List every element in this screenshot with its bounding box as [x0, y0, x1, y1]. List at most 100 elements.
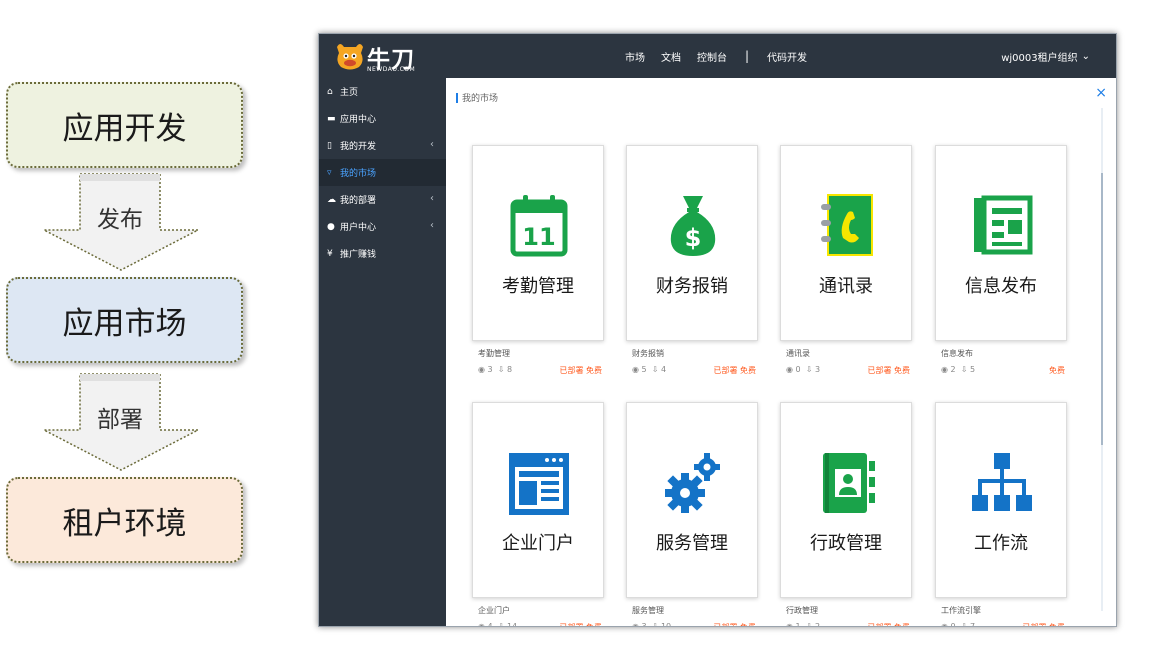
download-icon: ⇩: [497, 622, 505, 627]
sidebar-item[interactable]: ☁ 我的部署 ‹: [319, 186, 446, 213]
close-icon[interactable]: ×: [1095, 85, 1107, 101]
app-meta-row: ◉ 2 ⇩ 5 免费: [941, 365, 1073, 377]
nav-docs[interactable]: 文档: [661, 49, 681, 64]
app-meta-row: ◉ 1 ⇩ 2 已部署 免费: [786, 622, 918, 627]
sidebar-item-label: 我的开发: [340, 142, 377, 152]
deployed-badge: 已部署: [867, 366, 892, 375]
eye-icon: ◉: [941, 622, 948, 627]
svg-text:$: $: [685, 224, 702, 252]
sidebar-item[interactable]: ● 用户中心 ‹: [319, 213, 446, 240]
home-icon: ⌂: [327, 86, 333, 97]
app-stats: ◉ 0 ⇩ 7: [941, 622, 976, 627]
sidebar-item[interactable]: ▯ 我的开发 ‹: [319, 132, 446, 159]
breadcrumb-marker: [456, 92, 458, 103]
app-card[interactable]: 工作流: [935, 402, 1067, 598]
top-nav: 市场 文档 控制台 | 代码开发: [625, 34, 807, 78]
app-name[interactable]: 考勤管理: [478, 348, 510, 359]
app-card-title: 企业门户: [502, 533, 574, 554]
app-name[interactable]: 工作流引擎: [941, 605, 981, 616]
price-badge: 免费: [586, 366, 602, 375]
flow-step-label: 应用市场: [62, 305, 187, 342]
app-name[interactable]: 通讯录: [786, 348, 810, 359]
chevron-down-icon: ⌄: [1081, 50, 1090, 62]
deployed-badge: 已部署: [1022, 623, 1046, 626]
eye-icon: ◉: [632, 622, 639, 627]
sidebar-item-label: 我的部署: [340, 196, 377, 206]
app-stats: ◉ 2 ⇩ 5: [941, 365, 975, 374]
download-icon: ⇩: [805, 365, 813, 374]
view-count: 3: [641, 622, 647, 627]
app-name[interactable]: 信息发布: [941, 348, 973, 359]
app-meta-row: ◉ 4 ⇩ 14 已部署 免费: [478, 622, 610, 627]
install-count: 8: [506, 365, 513, 374]
sidebar-item-label: 我的市场: [340, 169, 377, 179]
install-count: 2: [814, 622, 821, 627]
newspaper-icon: [970, 192, 1034, 260]
sidebar-item[interactable]: ⌂ 主页: [319, 78, 446, 105]
top-navbar: 牛刀 NEWDAO.COM 市场 文档 控制台 | 代码开发 wj0003租户组…: [319, 34, 1116, 78]
download-icon: ⇩: [960, 622, 968, 627]
app-card[interactable]: 信息发布: [935, 145, 1067, 341]
flow-step-market: 应用市场: [6, 277, 243, 363]
app-card[interactable]: 服务管理: [626, 402, 758, 598]
money-bag-icon: $: [661, 192, 725, 260]
app-meta-row: ◉ 3 ⇩ 10 已部署 免费: [632, 622, 764, 627]
user-menu[interactable]: wj0003租户组织 ⌄: [1001, 34, 1090, 78]
sidebar-item[interactable]: ▬ 应用中心: [319, 105, 446, 132]
svg-text:11: 11: [522, 223, 555, 251]
sidebar-item-label: 推广赚钱: [340, 250, 377, 260]
deployed-badge: 已部署: [713, 623, 737, 626]
download-icon: ⇩: [651, 622, 659, 627]
app-card[interactable]: 行政管理: [780, 402, 912, 598]
view-count: 3: [487, 365, 493, 374]
deployed-badge: 已部署: [559, 366, 584, 375]
sidebar-item-label: 应用中心: [340, 115, 377, 125]
chevron-left-icon: ‹: [430, 139, 434, 150]
price-badge: 免费: [740, 623, 756, 626]
sidebar-item-label: 主页: [340, 88, 359, 98]
scrollbar-thumb[interactable]: [1101, 173, 1103, 445]
nav-code-dev[interactable]: 代码开发: [767, 49, 807, 64]
app-badges: 已部署 免费: [713, 365, 756, 376]
flow-step-development: 应用开发: [6, 82, 243, 168]
app-name[interactable]: 服务管理: [632, 605, 664, 616]
nav-console[interactable]: 控制台: [697, 49, 727, 64]
eye-icon: ◉: [786, 365, 793, 374]
flow-arrow-publish: 发布: [42, 172, 200, 272]
app-badges: 已部署 免费: [867, 622, 910, 626]
app-card[interactable]: 企业门户: [472, 402, 604, 598]
chevron-left-icon: ‹: [430, 193, 434, 204]
flow-arrow-label: 发布: [97, 207, 143, 233]
chevron-left-icon: ‹: [430, 220, 434, 231]
app-card[interactable]: 11 考勤管理: [472, 145, 604, 341]
app-card-title: 工作流: [974, 533, 1028, 554]
app-stats: ◉ 4 ⇩ 14: [478, 622, 517, 627]
contact-book-icon: [815, 449, 879, 517]
app-name[interactable]: 企业门户: [478, 605, 510, 616]
nav-market[interactable]: 市场: [625, 49, 645, 64]
sidebar-item[interactable]: ¥ 推广赚钱: [319, 240, 446, 267]
calendar-icon: 11: [507, 192, 571, 260]
logo[interactable]: 牛刀 NEWDAO.COM: [335, 39, 415, 75]
app-name[interactable]: 财务报销: [632, 348, 664, 359]
app-card[interactable]: 通讯录: [780, 145, 912, 341]
view-count: 0: [795, 365, 801, 374]
app-window: 牛刀 NEWDAO.COM 市场 文档 控制台 | 代码开发 wj0003租户组…: [318, 33, 1117, 627]
flow-step-label: 应用开发: [62, 110, 187, 147]
price-badge: 免费: [894, 366, 910, 375]
sidebar-item[interactable]: ▿ 我的市场: [319, 159, 446, 186]
download-icon: ⇩: [651, 365, 659, 374]
view-count: 1: [795, 622, 801, 627]
eye-icon: ◉: [941, 365, 948, 374]
cart-icon: ▿: [327, 167, 332, 178]
price-badge: 免费: [1049, 366, 1065, 375]
view-count: 4: [487, 622, 493, 627]
install-count: 3: [814, 365, 821, 374]
app-card[interactable]: $ 财务报销: [626, 145, 758, 341]
price-badge: 免费: [740, 366, 756, 375]
nav-separator: |: [745, 49, 750, 63]
app-name[interactable]: 行政管理: [786, 605, 818, 616]
price-badge: 免费: [894, 623, 910, 626]
install-count: 7: [969, 622, 976, 627]
app-stats: ◉ 5 ⇩ 4: [632, 365, 666, 374]
